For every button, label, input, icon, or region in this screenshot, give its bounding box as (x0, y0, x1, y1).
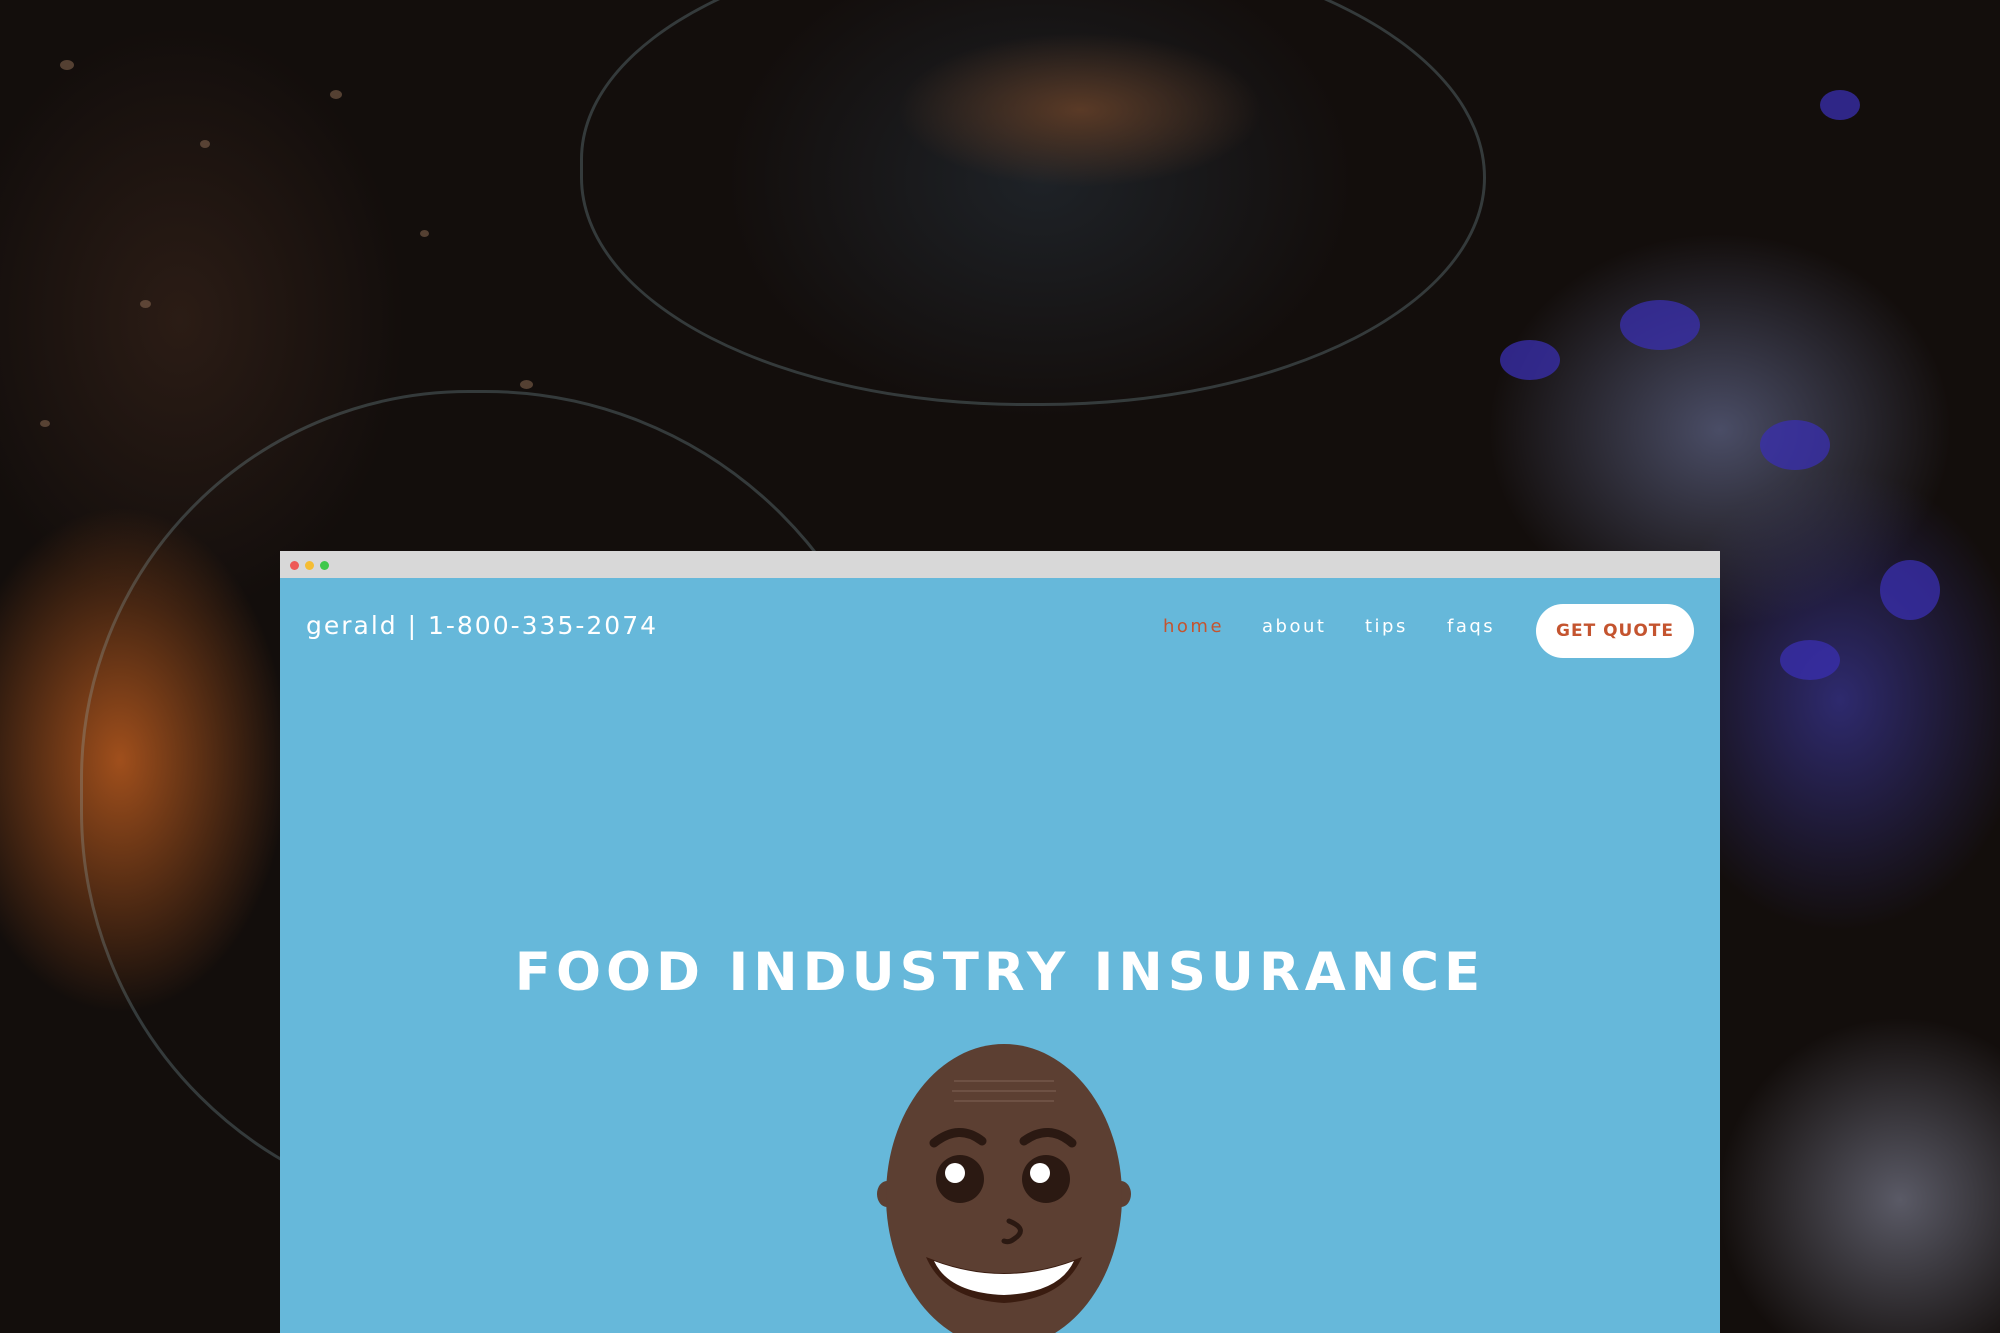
flower (1500, 340, 1560, 380)
glass-bowl-top (580, 0, 1486, 406)
browser-window: gerald | 1-800-335-2074 home about tips … (280, 551, 1720, 1333)
nav-tips[interactable]: tips (1365, 616, 1408, 637)
window-maximize-dot[interactable] (320, 561, 329, 570)
crumb (140, 300, 151, 308)
brand-phone[interactable]: gerald | 1-800-335-2074 (306, 611, 658, 640)
nav-faqs[interactable]: faqs (1447, 616, 1495, 637)
nav-home[interactable]: home (1163, 616, 1224, 637)
hero-title: FOOD INDUSTRY INSURANCE (514, 941, 1486, 1003)
window-close-dot[interactable] (290, 561, 299, 570)
crumb (330, 90, 342, 99)
flower (1620, 300, 1700, 350)
crumb (520, 380, 533, 389)
flower (1780, 640, 1840, 680)
character-avatar (877, 1044, 1131, 1333)
crumb (60, 60, 74, 70)
flower (1820, 90, 1860, 120)
flower (1880, 560, 1940, 620)
site-header: gerald | 1-800-335-2074 home about tips … (280, 578, 1720, 684)
window-minimize-dot[interactable] (305, 561, 314, 570)
flower (1760, 420, 1830, 470)
crumb (200, 140, 210, 148)
get-quote-button[interactable]: GET QUOTE (1536, 604, 1694, 658)
crumb (40, 420, 50, 427)
crumb (420, 230, 429, 237)
window-titlebar (280, 551, 1720, 578)
nav-about[interactable]: about (1262, 616, 1326, 637)
